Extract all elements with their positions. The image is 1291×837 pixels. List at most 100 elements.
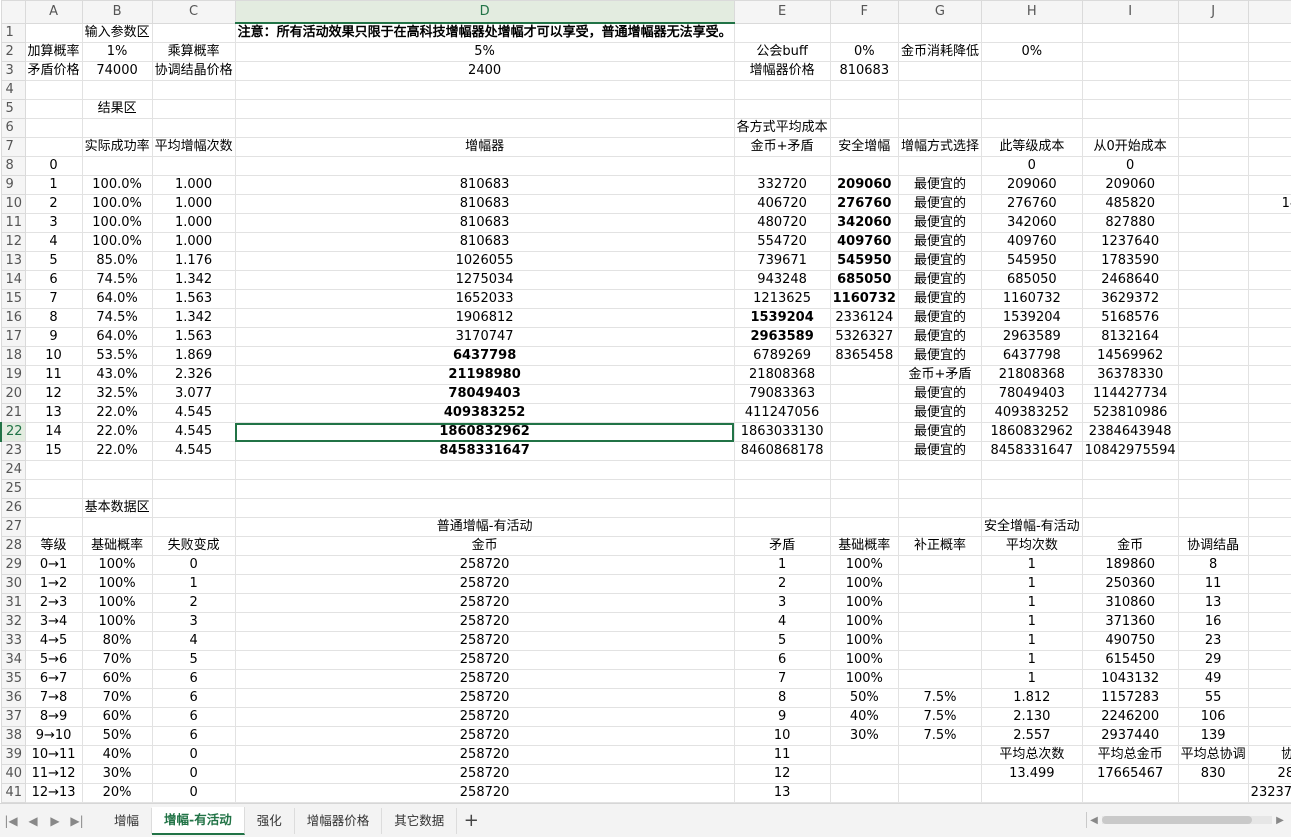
row-header[interactable]: 1: [0, 22, 26, 43]
row-header[interactable]: 12: [0, 232, 26, 252]
cell-E12[interactable]: 554720: [733, 232, 831, 252]
cell-A24[interactable]: [24, 460, 83, 480]
cell-J22[interactable]: [1177, 422, 1249, 442]
column-header[interactable]: E: [733, 0, 831, 24]
spreadsheet-grid[interactable]: ABCDEFGHIJKL1输入参数区注意：所有活动效果只限于在高科技增幅器处增幅…: [0, 0, 1291, 803]
cell-A30[interactable]: 1→2: [24, 574, 83, 594]
cell-B30[interactable]: 100%: [81, 574, 153, 594]
cell-J1[interactable]: [1177, 22, 1249, 43]
cell-E8[interactable]: [733, 156, 831, 176]
cell-A15[interactable]: 7: [24, 289, 83, 309]
cell-E29[interactable]: 1: [733, 555, 831, 575]
cell-B3[interactable]: 74000: [81, 61, 153, 81]
cell-C30[interactable]: 1: [151, 574, 236, 594]
cell-K23[interactable]: [1247, 441, 1291, 461]
column-header[interactable]: C: [151, 0, 236, 24]
cell-J30[interactable]: 11: [1177, 574, 1249, 594]
cell-E11[interactable]: 480720: [733, 213, 831, 233]
cell-E22[interactable]: 1863033130: [733, 422, 831, 442]
cell-D4[interactable]: [234, 80, 735, 100]
cell-D5[interactable]: [234, 99, 735, 119]
cell-E10[interactable]: 406720: [733, 194, 831, 214]
sheet-tab-active[interactable]: 增幅-有活动: [152, 806, 245, 835]
cell-J9[interactable]: [1177, 175, 1249, 195]
cell-G23[interactable]: 最便宜的: [897, 441, 982, 461]
cell-K16[interactable]: [1247, 308, 1291, 328]
cell-K10[interactable]: 149: [1247, 194, 1291, 214]
cell-C17[interactable]: 1.563: [151, 327, 236, 347]
cell-K6[interactable]: [1247, 118, 1291, 138]
row-header[interactable]: 14: [0, 270, 26, 290]
last-sheet-nav-icon[interactable]: ▶|: [66, 814, 88, 828]
cell-C24[interactable]: [151, 460, 236, 480]
cell-E30[interactable]: 2: [733, 574, 831, 594]
cell-H28[interactable]: 平均次数: [980, 536, 1083, 556]
column-header[interactable]: F: [829, 0, 899, 24]
row-header[interactable]: 28: [0, 536, 26, 556]
cell-K14[interactable]: [1247, 270, 1291, 290]
cell-A3[interactable]: 矛盾价格: [24, 61, 83, 81]
cell-A2[interactable]: 加算概率: [24, 42, 83, 62]
cell-F3[interactable]: 810683: [829, 61, 899, 81]
cell-B41[interactable]: 20%: [81, 783, 153, 803]
cell-A7[interactable]: [24, 137, 83, 157]
cell-I19[interactable]: 36378330: [1081, 365, 1179, 385]
column-header[interactable]: B: [81, 0, 153, 24]
cell-I20[interactable]: 114427734: [1081, 384, 1179, 404]
cell-H12[interactable]: 409760: [980, 232, 1083, 252]
cell-A26[interactable]: [24, 498, 83, 518]
cell-F41[interactable]: [829, 783, 899, 803]
cell-F18[interactable]: 8365458: [829, 346, 899, 366]
cell-K8[interactable]: [1247, 156, 1291, 176]
cell-E4[interactable]: [733, 80, 831, 100]
cell-H34[interactable]: 1: [980, 650, 1083, 670]
cell-E7[interactable]: 金币+矛盾: [733, 137, 831, 157]
cell-A34[interactable]: 5→6: [24, 650, 83, 670]
cell-A1[interactable]: [24, 22, 83, 43]
cell-J10[interactable]: [1177, 194, 1249, 214]
cell-E37[interactable]: 9: [733, 707, 831, 727]
row-header[interactable]: 36: [0, 688, 26, 708]
cell-F20[interactable]: [829, 384, 899, 404]
sheet-tab[interactable]: 其它数据: [382, 807, 458, 834]
cell-J39[interactable]: 平均总协调: [1177, 745, 1249, 765]
cell-B5[interactable]: 结果区: [81, 99, 153, 119]
cell-D13[interactable]: 1026055: [234, 251, 735, 271]
cell-H17[interactable]: 2963589: [980, 327, 1083, 347]
cell-J19[interactable]: [1177, 365, 1249, 385]
cell-C13[interactable]: 1.176: [151, 251, 236, 271]
sheet-tab[interactable]: 增幅器价格: [295, 807, 383, 834]
cell-E28[interactable]: 矛盾: [733, 536, 831, 556]
cell-H23[interactable]: 8458331647: [980, 441, 1083, 461]
cell-I3[interactable]: [1081, 61, 1179, 81]
cell-G38[interactable]: 7.5%: [897, 726, 982, 746]
cell-G14[interactable]: 最便宜的: [897, 270, 982, 290]
cell-F29[interactable]: 100%: [829, 555, 899, 575]
cell-G29[interactable]: [897, 555, 982, 575]
cell-G3[interactable]: [897, 61, 982, 81]
cell-K12[interactable]: [1247, 232, 1291, 252]
cell-G31[interactable]: [897, 593, 982, 613]
cell-D41[interactable]: 258720: [234, 783, 735, 803]
cell-F36[interactable]: 50%: [829, 688, 899, 708]
row-header[interactable]: 13: [0, 251, 26, 271]
cell-A4[interactable]: [24, 80, 83, 100]
cell-B1[interactable]: 输入参数区: [81, 22, 153, 43]
cell-G12[interactable]: 最便宜的: [897, 232, 982, 252]
cell-E20[interactable]: 79083363: [733, 384, 831, 404]
cell-K36[interactable]: [1247, 688, 1291, 708]
cell-D31[interactable]: 258720: [234, 593, 735, 613]
cell-I2[interactable]: [1081, 42, 1179, 62]
cell-A36[interactable]: 7→8: [24, 688, 83, 708]
cell-D24[interactable]: [234, 460, 735, 480]
row-header[interactable]: 22: [0, 422, 26, 442]
cell-A12[interactable]: 4: [24, 232, 83, 252]
cell-G30[interactable]: [897, 574, 982, 594]
cell-F21[interactable]: [829, 403, 899, 423]
cell-C15[interactable]: 1.563: [151, 289, 236, 309]
cell-B10[interactable]: 100.0%: [81, 194, 153, 214]
cell-C14[interactable]: 1.342: [151, 270, 236, 290]
cell-E35[interactable]: 7: [733, 669, 831, 689]
cell-E33[interactable]: 5: [733, 631, 831, 651]
cell-D36[interactable]: 258720: [234, 688, 735, 708]
